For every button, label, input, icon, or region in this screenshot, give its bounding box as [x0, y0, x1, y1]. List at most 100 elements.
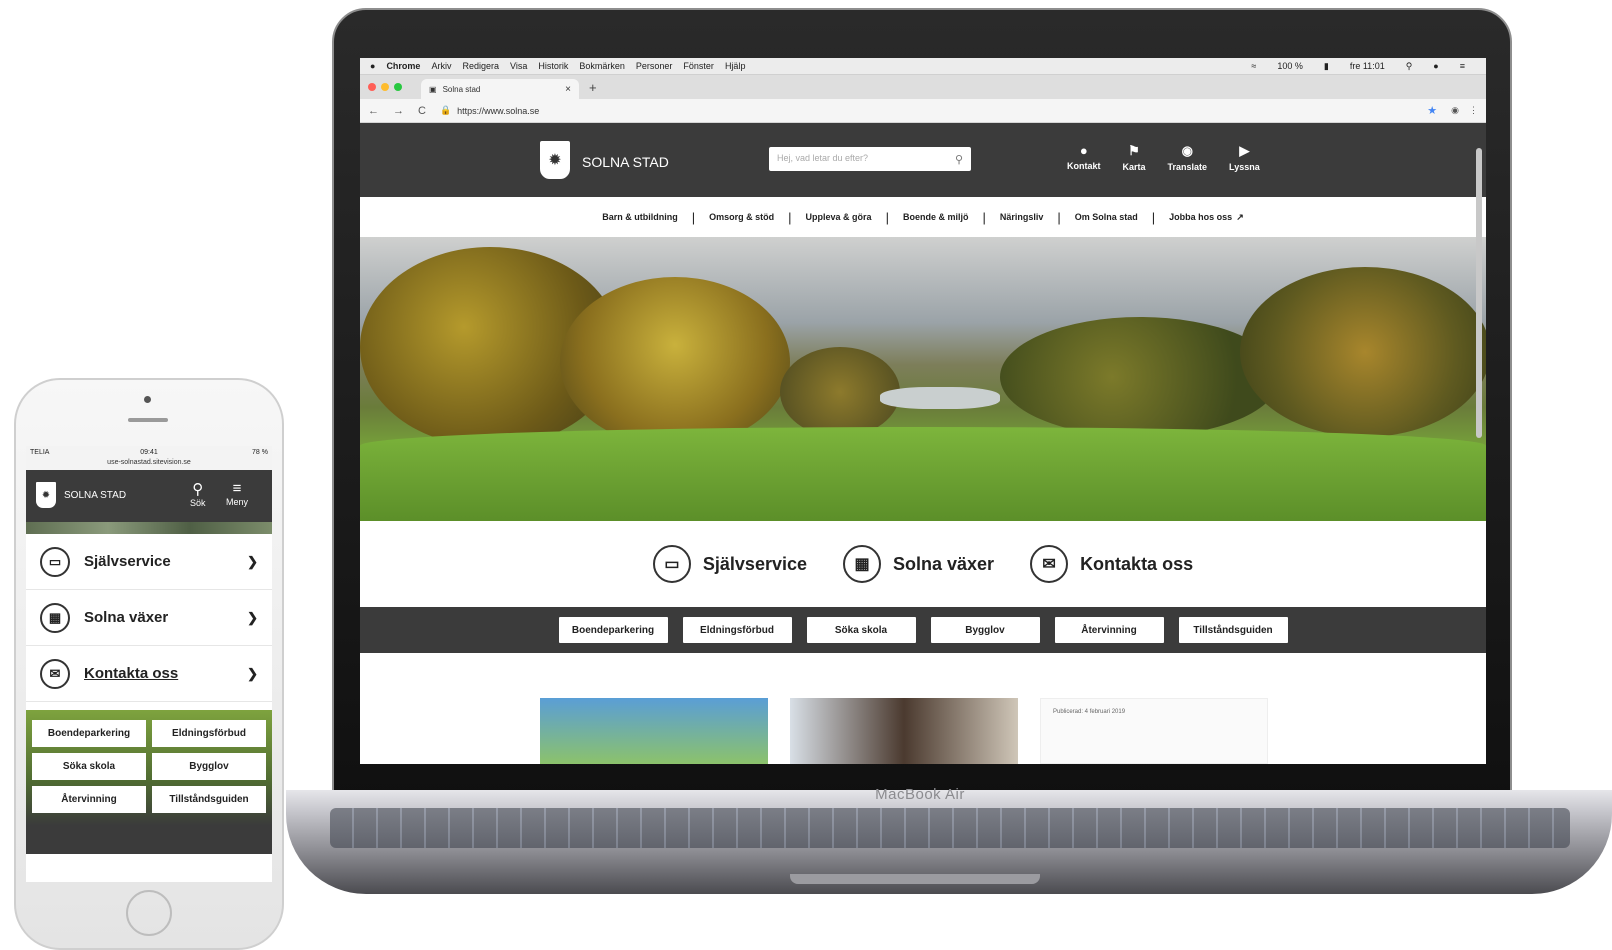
solna-logo-icon[interactable]: ✹	[36, 482, 56, 508]
chat-icon: ●	[1079, 143, 1088, 158]
menu-item-hjalp[interactable]: Hjälp	[725, 61, 746, 71]
header-link-kontakt[interactable]: ● Kontakt	[1067, 143, 1101, 172]
nav-separator: |	[885, 209, 889, 225]
battery-percent[interactable]: 100 %	[1277, 61, 1303, 72]
main-navigation: Barn & utbildning | Omsorg & stöd | Upplev…	[360, 197, 1486, 237]
news-card-image[interactable]	[540, 698, 768, 764]
nav-item-om-solna[interactable]: Om Solna stad	[1075, 212, 1138, 222]
window-close-button[interactable]	[368, 83, 376, 91]
search-icon[interactable]: ⚲	[955, 153, 963, 166]
nav-separator: |	[982, 209, 986, 225]
menu-item-personer[interactable]: Personer	[636, 61, 673, 71]
menu-item-fonster[interactable]: Fönster	[683, 61, 714, 71]
nav-item-barn[interactable]: Barn & utbildning	[602, 212, 678, 222]
phone-shortcut-soka-skola[interactable]: Söka skola	[32, 753, 146, 780]
header-link-translate[interactable]: ◉ Translate	[1168, 143, 1208, 172]
nav-item-omsorg[interactable]: Omsorg & stöd	[709, 212, 774, 222]
nav-item-jobba[interactable]: Jobba hos oss	[1169, 212, 1232, 222]
shortcut-eldningsforbud[interactable]: Eldningsförbud	[682, 617, 792, 643]
news-card[interactable]: Publicerad: 4 februari 2019	[1040, 698, 1268, 764]
phone-shortcut-boendeparkering[interactable]: Boendeparkering	[32, 720, 146, 747]
chevron-right-icon: ❯	[247, 553, 258, 569]
nav-item-naringsliv[interactable]: Näringsliv	[1000, 212, 1044, 222]
menu-item-bokmarken[interactable]: Bokmärken	[579, 61, 625, 71]
new-tab-button[interactable]: +	[589, 80, 597, 95]
phone-screen: TELIA 09:41 78 % use-solnastad.sitevisio…	[26, 446, 272, 882]
quick-link-sjalvservice[interactable]: ▭ Självservice	[652, 545, 807, 583]
reload-icon[interactable]: C	[418, 105, 426, 117]
shortcut-bar: Boendeparkering Eldningsförbud Söka skol…	[360, 607, 1486, 653]
battery-icon[interactable]: ▮	[1324, 61, 1329, 72]
site-search-input[interactable]: Hej, vad letar du efter? ⚲	[769, 147, 971, 171]
tab-close-icon[interactable]: ×	[565, 84, 571, 95]
phone-search-button[interactable]: ⚲ Sök	[190, 480, 206, 508]
phone-link-label: Kontakta oss	[84, 665, 179, 682]
phone-site-name[interactable]: SOLNA STAD	[64, 490, 126, 501]
window-zoom-button[interactable]	[394, 83, 402, 91]
nav-item-boende[interactable]: Boende & miljö	[903, 212, 969, 222]
back-icon[interactable]: ←	[368, 105, 379, 117]
scrollbar[interactable]	[1476, 148, 1482, 438]
quick-link-kontakta-oss[interactable]: ✉ Kontakta oss	[1030, 545, 1193, 583]
bookmark-star-icon[interactable]: ★	[1427, 104, 1437, 117]
site-name[interactable]: SOLNA STAD	[582, 154, 669, 170]
phone-link-label: Solna växer	[84, 609, 169, 626]
phone-shortcut-atervinning[interactable]: Återvinning	[32, 786, 146, 813]
tree-cluster	[1240, 267, 1486, 437]
laptop-notch	[790, 874, 1040, 884]
phone-shortcut-tillstandsguiden[interactable]: Tillståndsguiden	[152, 786, 266, 813]
phone-speaker	[128, 418, 168, 422]
quick-link-solna-vaxer[interactable]: ▦ Solna växer	[843, 545, 994, 583]
phone-site-header: ✹ SOLNA STAD ⚲ Sök ≡ Meny	[26, 470, 272, 522]
url-field[interactable]: https://www.solna.se	[457, 106, 539, 116]
menu-item-visa[interactable]: Visa	[510, 61, 527, 71]
header-link-karta[interactable]: ⚑ Karta	[1123, 143, 1146, 172]
envelope-icon: ✉	[1030, 545, 1069, 583]
phone-link-label: Självservice	[84, 553, 171, 570]
tab-title: Solna stad	[442, 84, 481, 94]
header-link-label: Translate	[1167, 162, 1208, 172]
phone-home-button[interactable]	[126, 890, 172, 936]
clock[interactable]: fre 11:01	[1350, 61, 1385, 72]
menu-item-historik[interactable]: Historik	[538, 61, 568, 71]
phone-link-solna-vaxer[interactable]: ▦ Solna växer ❯	[26, 590, 272, 646]
extension-icon[interactable]: ◉	[1451, 105, 1459, 116]
speaker-icon: ▶	[1239, 143, 1250, 158]
globe-icon: ◉	[1181, 143, 1193, 158]
window-minimize-button[interactable]	[381, 83, 389, 91]
menu-item-arkiv[interactable]: Arkiv	[431, 61, 451, 71]
notification-center-icon[interactable]: ≡	[1460, 61, 1465, 72]
shortcut-bygglov[interactable]: Bygglov	[930, 617, 1040, 643]
apple-icon[interactable]: ●	[370, 61, 375, 71]
menu-item-redigera[interactable]: Redigera	[462, 61, 499, 71]
phone-menu-button[interactable]: ≡ Meny	[226, 480, 248, 507]
shortcut-tillstandsguiden[interactable]: Tillståndsguiden	[1178, 617, 1288, 643]
browser-tab-bar: ▣ Solna stad × +	[360, 75, 1486, 99]
browser-tab[interactable]: ▣ Solna stad ×	[421, 79, 579, 99]
spotlight-icon[interactable]: ⚲	[1406, 61, 1413, 72]
phone-link-kontakta-oss[interactable]: ✉ Kontakta oss ❯	[26, 646, 272, 702]
phone-url[interactable]: use-solnastad.sitevision.se	[26, 459, 272, 466]
tree-cluster	[560, 277, 790, 447]
phone-search-label: Sök	[190, 498, 206, 508]
shortcut-soka-skola[interactable]: Söka skola	[806, 617, 916, 643]
phone-shortcut-eldningsforbud[interactable]: Eldningsförbud	[152, 720, 266, 747]
chrome-menu-icon[interactable]: ⋮	[1469, 105, 1478, 116]
header-link-lyssna[interactable]: ▶ Lyssna	[1229, 143, 1260, 172]
menu-app-name[interactable]: Chrome	[386, 61, 420, 71]
header-links: ● Kontakt ⚑ Karta ◉ Translate ▶ Lyssna	[1067, 143, 1260, 172]
siri-icon[interactable]: ●	[1433, 61, 1438, 72]
solna-logo-icon[interactable]: ✹	[540, 141, 570, 179]
nav-item-uppleva[interactable]: Uppleva & göra	[806, 212, 872, 222]
phone-shortcut-bygglov[interactable]: Bygglov	[152, 753, 266, 780]
shortcut-atervinning[interactable]: Återvinning	[1054, 617, 1164, 643]
news-card-image[interactable]	[790, 698, 1018, 764]
header-link-label: Lyssna	[1229, 162, 1260, 172]
forward-icon[interactable]: →	[393, 105, 404, 117]
wifi-icon[interactable]: ≈	[1251, 61, 1256, 72]
browser-toolbar: ← → C 🔒 https://www.solna.se ★ ◉ ⋮	[360, 99, 1486, 123]
quick-link-label: Kontakta oss	[1080, 553, 1194, 574]
tree-cluster	[1000, 317, 1280, 437]
shortcut-boendeparkering[interactable]: Boendeparkering	[558, 617, 668, 643]
phone-link-sjalvservice[interactable]: ▭ Självservice ❯	[26, 534, 272, 590]
